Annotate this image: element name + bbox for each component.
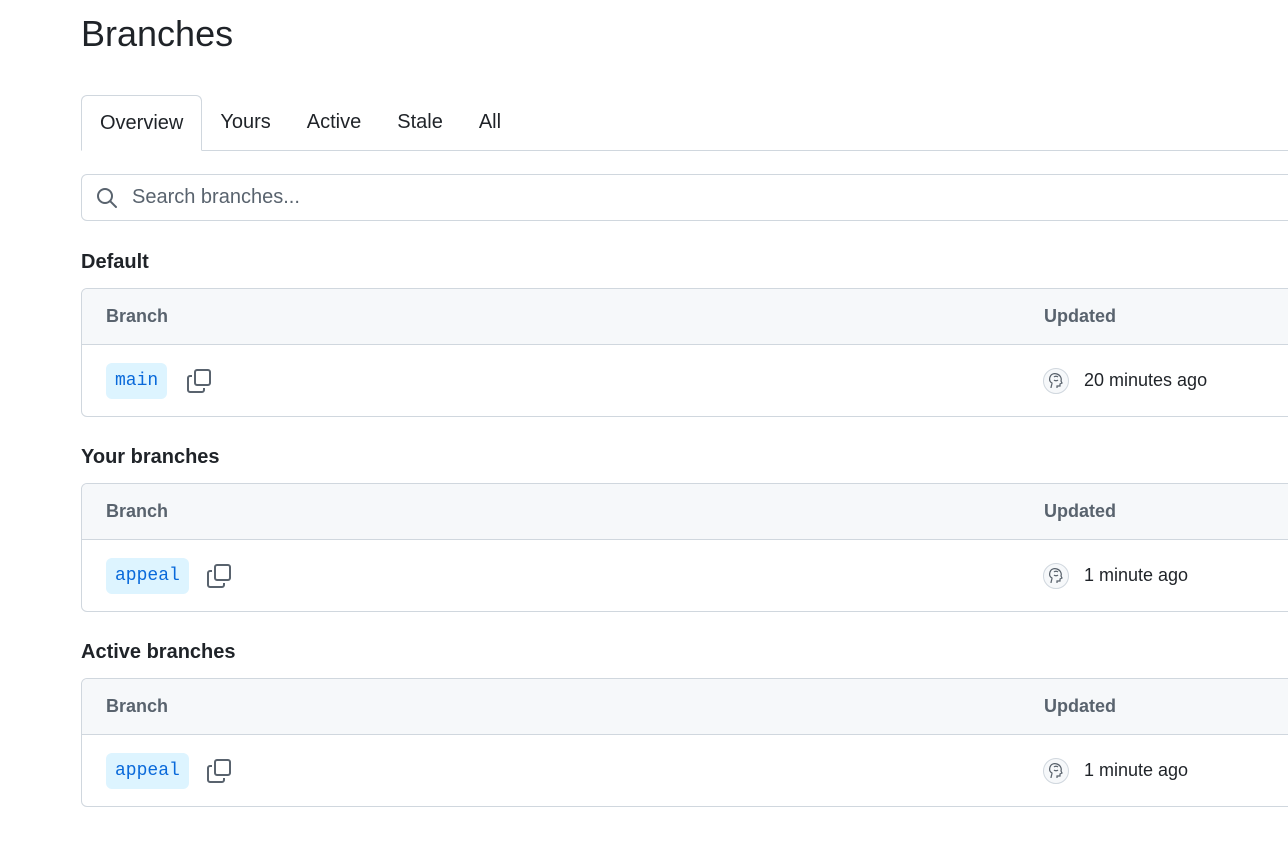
search-box <box>81 174 1288 221</box>
branch-name-link[interactable]: appeal <box>106 558 189 594</box>
table-header: Branch Updated <box>82 679 1288 735</box>
section-title-your-branches: Your branches <box>81 446 220 468</box>
column-header-updated: Updated <box>1044 306 1116 326</box>
column-header-updated: Updated <box>1044 501 1116 521</box>
tab-active[interactable]: Active <box>289 95 379 150</box>
search-icon <box>95 186 119 210</box>
avatar[interactable] <box>1043 758 1069 784</box>
tab-all[interactable]: All <box>461 95 519 150</box>
table-row: appeal 1 minute ago <box>82 735 1288 806</box>
column-header-branch: Branch <box>106 306 169 326</box>
branch-tabs: Overview Yours Active Stale All <box>81 95 1288 151</box>
search-input[interactable] <box>130 185 1134 210</box>
updated-time: 1 minute ago <box>1084 565 1189 585</box>
tab-stale[interactable]: Stale <box>379 95 461 150</box>
updated-time: 20 minutes ago <box>1084 370 1208 390</box>
column-header-updated: Updated <box>1044 696 1116 716</box>
default-branch-table: Branch Updated main 20 minutes ago <box>81 288 1288 417</box>
table-row: main 20 minutes ago <box>82 345 1288 416</box>
table-header: Branch Updated <box>82 484 1288 540</box>
branch-name-link[interactable]: appeal <box>106 753 189 789</box>
your-branches-table: Branch Updated appeal 1 minute ago <box>81 483 1288 612</box>
copy-icon[interactable] <box>186 368 212 394</box>
avatar[interactable] <box>1043 368 1069 394</box>
table-header: Branch Updated <box>82 289 1288 345</box>
column-header-branch: Branch <box>106 501 169 521</box>
active-branches-table: Branch Updated appeal 1 minute ago <box>81 678 1288 807</box>
section-title-default: Default <box>81 251 149 273</box>
avatar[interactable] <box>1043 563 1069 589</box>
updated-time: 1 minute ago <box>1084 760 1189 780</box>
branches-page: Branches Overview Yours Active Stale All… <box>0 0 1288 859</box>
copy-icon[interactable] <box>206 758 232 784</box>
page-title: Branches <box>81 13 234 54</box>
tab-overview[interactable]: Overview <box>81 95 203 151</box>
tab-yours[interactable]: Yours <box>202 95 288 150</box>
branch-name-link[interactable]: main <box>106 363 168 399</box>
table-row: appeal 1 minute ago <box>82 540 1288 611</box>
column-header-branch: Branch <box>106 696 169 716</box>
copy-icon[interactable] <box>206 563 232 589</box>
section-title-active-branches: Active branches <box>81 641 236 663</box>
